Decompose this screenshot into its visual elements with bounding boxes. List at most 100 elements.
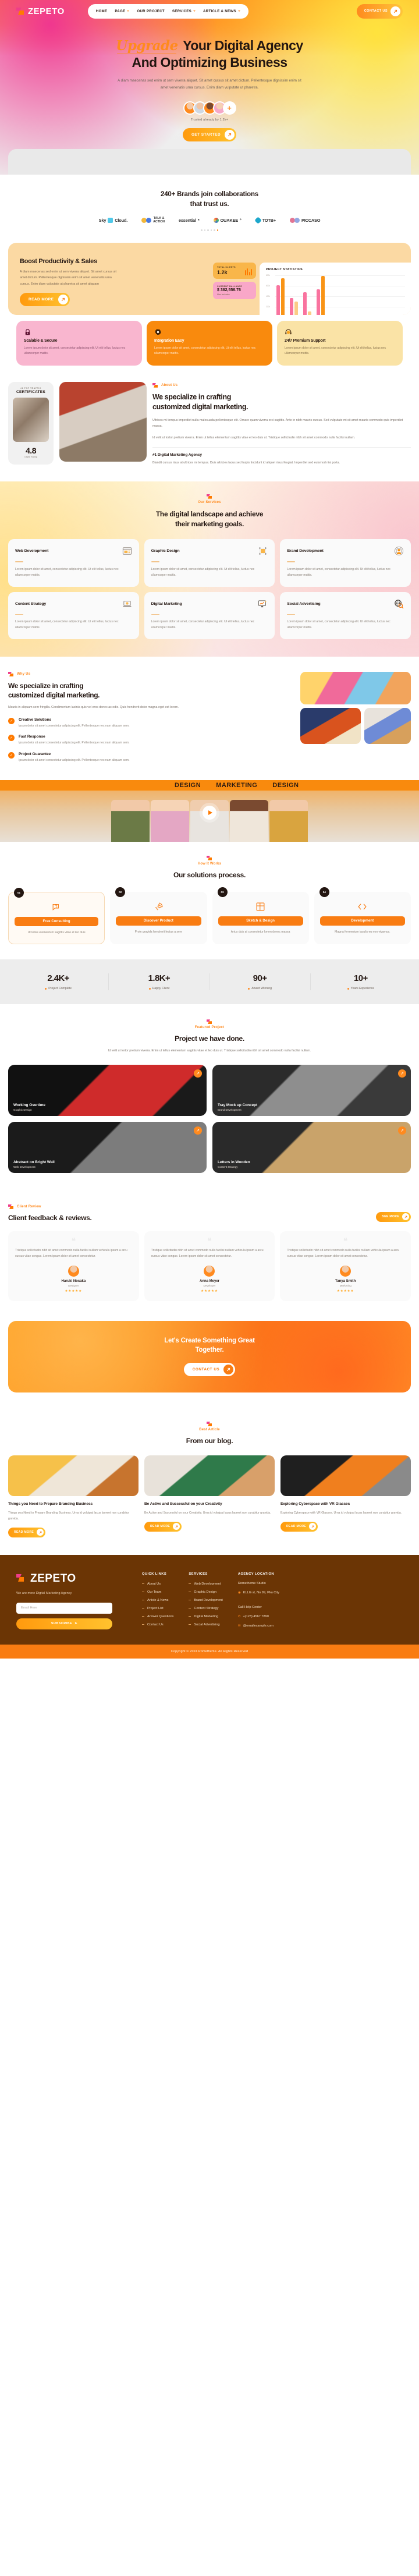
- step-label[interactable]: Development: [319, 916, 405, 926]
- footer-service-graphic-design[interactable]: Graphic Design: [189, 1590, 222, 1594]
- carousel-dot[interactable]: [201, 229, 203, 231]
- testimonial-name: Anna Meyer: [199, 1279, 219, 1283]
- arrow-icon[interactable]: ↗: [398, 1069, 406, 1078]
- service-card-content-strategy[interactable]: Content Strategy Lorem ipsum dolor sit a…: [8, 591, 139, 639]
- certificates-card: #1 TOP TRAFFIC CERTIFICATES 4.8 Objek Ra…: [8, 381, 54, 465]
- service-card-brand-development[interactable]: Brand Development Lorem ipsum dolor sit …: [280, 539, 411, 587]
- marquee-word: MARKETING: [216, 781, 258, 789]
- feature-card-integration-easy[interactable]: Integration Easy Lorem ipsum dolor sit a…: [147, 320, 272, 366]
- boost-read-more-button[interactable]: READ MORE: [20, 293, 70, 307]
- process-step-sketch-design[interactable]: 03 Sketch & Design Arius duis at consect…: [212, 887, 309, 945]
- service-card-graphic-design[interactable]: Graphic Design Lorem ipsum dolor sit ame…: [144, 539, 275, 587]
- email-field[interactable]: Email Here: [16, 1602, 112, 1614]
- projects-subtext: Id velit ut tortor pretium viverra. Enim…: [108, 1049, 311, 1053]
- step-label[interactable]: Sketch & Design: [218, 916, 303, 926]
- quote-icon: ❝: [207, 1236, 212, 1246]
- footer-service-brand-development[interactable]: Brand Development: [189, 1599, 223, 1602]
- brands-heading-line2: that trust us.: [190, 200, 229, 208]
- chevron-down-icon: [127, 10, 130, 12]
- carousel-dots[interactable]: [0, 229, 419, 231]
- blog-card[interactable]: Exploring Cyberspace with VR Glasses Exp…: [280, 1455, 411, 1537]
- process-step-development[interactable]: 04 Development Magna fermentum iaculis e…: [314, 887, 411, 945]
- blog-read-more-button[interactable]: READ MORE: [280, 1521, 318, 1532]
- blog-read-more-button[interactable]: READ MORE: [144, 1521, 182, 1532]
- subscribe-button[interactable]: SUBSCRIBE ➤: [16, 1618, 112, 1629]
- see-more-button[interactable]: SEE MORE: [376, 1211, 411, 1222]
- footer-service-digital-marketing[interactable]: Digital Marketing: [189, 1615, 222, 1618]
- process-step-free-consulting[interactable]: 01 Free Consulting Ut tellus elementum s…: [8, 887, 105, 945]
- project-card[interactable]: ↗ Abstract on Bright Wall Web Developmen…: [8, 1121, 207, 1173]
- step-label[interactable]: Discover Product: [116, 916, 201, 926]
- carousel-dot[interactable]: [207, 229, 209, 231]
- about-eyebrow-label: About Us: [161, 383, 178, 387]
- contact-us-button[interactable]: CONTACT US: [356, 3, 403, 19]
- footer-link-article-news[interactable]: Article & News: [142, 1599, 173, 1602]
- blog-card[interactable]: Be Active and Successful on your Creativ…: [144, 1455, 275, 1537]
- avatar: [340, 1265, 351, 1277]
- carousel-dot[interactable]: [204, 229, 205, 231]
- rating-stars: ★★★★★: [336, 1289, 354, 1293]
- footer-quick-links: QUICK LINKS About Us Our Team Article & …: [142, 1572, 173, 1629]
- brand-logo-totb: TOTB+: [254, 217, 276, 225]
- footer-service-web-development[interactable]: Web Development: [189, 1582, 222, 1586]
- nav-item-home[interactable]: HOME: [96, 9, 108, 13]
- arrow-icon[interactable]: ↗: [194, 1069, 202, 1078]
- cta-contact-button[interactable]: CONTACT US: [183, 1363, 236, 1377]
- arrow-icon[interactable]: ↗: [194, 1126, 202, 1135]
- footer-link-contact-us[interactable]: Contact Us: [142, 1623, 173, 1627]
- rocket-icon: [116, 902, 201, 912]
- avatar: [68, 1265, 79, 1277]
- footer-column-title: AGENCY LOCATION: [237, 1572, 275, 1576]
- project-card[interactable]: ↗ Working Overtime Graphic Design: [8, 1064, 207, 1116]
- footer-service-content-strategy[interactable]: Content Strategy: [189, 1607, 222, 1610]
- stat-number: 1.8K+: [148, 973, 171, 984]
- footer-logo[interactable]: ZEPETO: [16, 1572, 127, 1585]
- project-card[interactable]: ↗ Tray Mock up Concept Brand Development: [212, 1064, 411, 1116]
- step-number: 03: [217, 887, 228, 897]
- color-wheel-icon: [213, 218, 219, 224]
- why-heading-line1: We specialize in crafting: [8, 681, 84, 690]
- footer-link-project-list[interactable]: Project List: [142, 1607, 173, 1610]
- project-title: Letters in Wooden: [218, 1160, 250, 1164]
- brands-section: 240+ Brands join collaborations that tru…: [0, 175, 419, 239]
- nav-item-page[interactable]: PAGE: [115, 9, 130, 13]
- service-text: Lorem ipsum dolor sit amet, consectetur …: [287, 620, 390, 629]
- projects-heading: Project we have done.: [175, 1034, 244, 1043]
- why-item-title: Fast Response: [19, 735, 45, 739]
- nav-item-article-news[interactable]: ARTICLE & NEWS: [203, 9, 240, 13]
- send-icon: ➤: [74, 1622, 78, 1626]
- blog-eyebrow: Best Article: [8, 1422, 411, 1431]
- carousel-dot-active[interactable]: [216, 229, 218, 231]
- project-card[interactable]: ↗ Letters in Wooden Content Strategy: [212, 1121, 411, 1173]
- arrow-icon[interactable]: ↗: [398, 1126, 406, 1135]
- about-heading: We specialize in crafting customized dig…: [152, 392, 411, 412]
- service-card-social-advertising[interactable]: Social Advertising Lorem ipsum dolor sit…: [280, 591, 411, 639]
- bullet-icon: [248, 987, 250, 990]
- carousel-dot[interactable]: [214, 229, 215, 231]
- hero-title: Upgrade Your Digital Agency And Optimizi…: [0, 37, 419, 70]
- feature-card-scalable-secure[interactable]: Scalable & Secure Lorem ipsum dolor sit …: [16, 320, 142, 366]
- footer-link-about-us[interactable]: About Us: [142, 1582, 173, 1586]
- nav-item-services[interactable]: SERVICES: [172, 9, 196, 13]
- step-label[interactable]: Free Consulting: [15, 916, 99, 926]
- footer-link-answer-questions[interactable]: Answer Questions: [142, 1615, 173, 1618]
- service-card-web-development[interactable]: Web Development Lorem ipsum dolor sit am…: [8, 539, 139, 587]
- footer-email[interactable]: ✉ @emailexample.com: [238, 1624, 279, 1628]
- footer-phone[interactable]: ✆ +(123) 4567 7890: [238, 1615, 279, 1618]
- process-step-discover-product[interactable]: 02 Discover Product Proin gravida hendre…: [110, 887, 207, 945]
- footer-link-our-team[interactable]: Our Team: [142, 1590, 173, 1594]
- blog-card[interactable]: Things you Need to Prepare Branding Busi…: [8, 1455, 139, 1537]
- why-heading: We specialize in crafting customized dig…: [8, 681, 292, 700]
- play-button[interactable]: [203, 806, 216, 820]
- brand-sub: °: [239, 218, 242, 224]
- carousel-dot[interactable]: [210, 229, 212, 231]
- nav-item-our-project[interactable]: OUR PROJECT: [137, 9, 164, 13]
- service-card-digital-marketing[interactable]: Digital Marketing Lorem ipsum dolor sit …: [144, 591, 275, 639]
- dash-icon: [189, 1624, 191, 1625]
- site-logo[interactable]: ZEPETO: [16, 6, 65, 16]
- blog-read-more-button[interactable]: READ MORE: [8, 1527, 46, 1537]
- feature-card-premium-support[interactable]: 24/7 Premium Support Lorem ipsum dolor s…: [277, 320, 403, 366]
- video-section[interactable]: [0, 790, 419, 842]
- get-started-button[interactable]: GET STARTED: [182, 128, 237, 142]
- footer-service-social-advertising[interactable]: Social Advertising: [189, 1623, 222, 1627]
